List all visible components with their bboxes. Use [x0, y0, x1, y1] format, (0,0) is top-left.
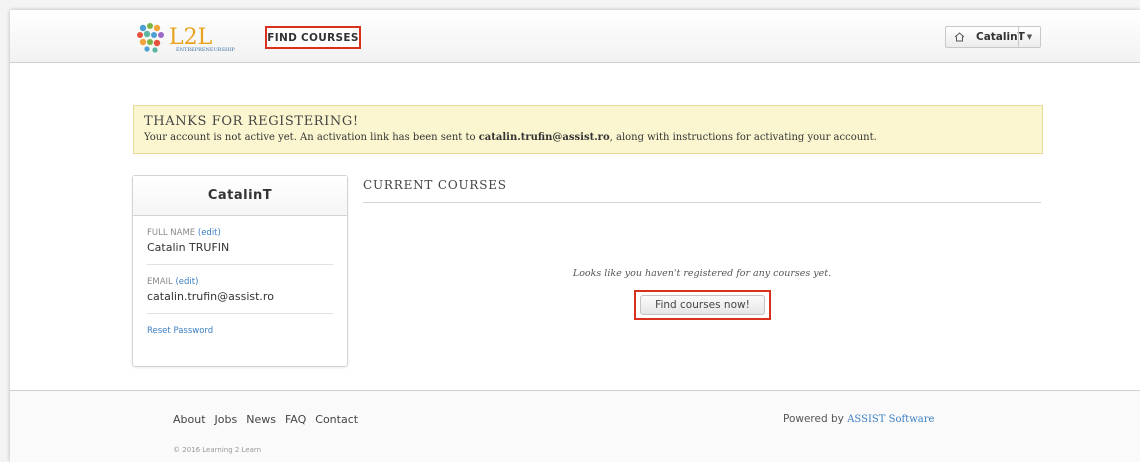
alert-message: Your account is not active yet. An activ… — [144, 132, 1032, 143]
copyright: © 2016 Learning 2 Learn — [173, 446, 262, 454]
alert-message-suffix: , along with instructions for activating… — [609, 132, 877, 143]
footer-link-contact[interactable]: Contact — [315, 413, 358, 426]
find-courses-nav-link[interactable]: FIND COURSES — [265, 26, 361, 49]
full-name-value: Catalin TRUFIN — [147, 241, 230, 254]
profile-reset-field: Reset Password — [147, 314, 333, 346]
profile-full-name-field: FULL NAME (edit) Catalin TRUFIN — [147, 216, 333, 265]
no-courses-message: Looks like you haven't registered for an… — [572, 268, 832, 279]
caret-down-icon[interactable]: ▼ — [1018, 27, 1040, 47]
footer-link-jobs[interactable]: Jobs — [215, 413, 238, 426]
profile-email-field: EMAIL (edit) catalin.trufin@assist.ro — [147, 265, 333, 314]
powered-by-text: Powered by — [783, 413, 844, 425]
profile-username: CatalinT — [133, 176, 347, 216]
alert-message-prefix: Your account is not active yet. An activ… — [144, 132, 479, 143]
home-icon — [954, 32, 972, 42]
footer-link-faq[interactable]: FAQ — [285, 413, 306, 426]
full-name-label: FULL NAME (edit) — [147, 228, 333, 238]
current-courses-title: CURRENT COURSES — [363, 178, 1041, 203]
footer-links: About Jobs News FAQ Contact — [173, 413, 358, 426]
alert-title: THANKS FOR REGISTERING! — [144, 114, 359, 129]
reset-password-link[interactable]: Reset Password — [147, 326, 333, 336]
l2l-logo[interactable]: L2L ENTREPRENEURSHIP — [135, 22, 270, 54]
svg-text:ENTREPRENEURSHIP: ENTREPRENEURSHIP — [176, 47, 235, 53]
user-menu-button[interactable]: CatalinT ▼ — [945, 26, 1041, 48]
find-courses-nav-label: FIND COURSES — [267, 31, 359, 44]
powered-by: Powered by ASSIST Software — [783, 413, 934, 425]
footer-link-about[interactable]: About — [173, 413, 206, 426]
footer-link-news[interactable]: News — [246, 413, 276, 426]
top-header: L2L ENTREPRENEURSHIP FIND COURSES Catali… — [10, 10, 1140, 63]
page-footer: About Jobs News FAQ Contact Powered by A… — [10, 390, 1140, 462]
email-label-text: EMAIL — [147, 277, 173, 287]
assist-software-link[interactable]: ASSIST Software — [847, 414, 934, 425]
edit-full-name-link[interactable]: (edit) — [198, 228, 221, 238]
find-courses-now-button[interactable]: Find courses now! — [640, 295, 765, 315]
alert-email: catalin.trufin@assist.ro — [478, 132, 610, 143]
page-frame: L2L ENTREPRENEURSHIP FIND COURSES Catali… — [10, 10, 1140, 462]
email-label: EMAIL (edit) — [147, 277, 333, 287]
edit-email-link[interactable]: (edit) — [175, 277, 198, 287]
l2l-logo-icon: L2L ENTREPRENEURSHIP — [137, 23, 235, 53]
profile-card: CatalinT FULL NAME (edit) Catalin TRUFIN… — [132, 175, 348, 367]
registration-alert: THANKS FOR REGISTERING! Your account is … — [133, 105, 1043, 154]
find-courses-now-highlight: Find courses now! — [634, 290, 771, 320]
email-value: catalin.trufin@assist.ro — [147, 290, 274, 303]
full-name-label-text: FULL NAME — [147, 228, 196, 238]
